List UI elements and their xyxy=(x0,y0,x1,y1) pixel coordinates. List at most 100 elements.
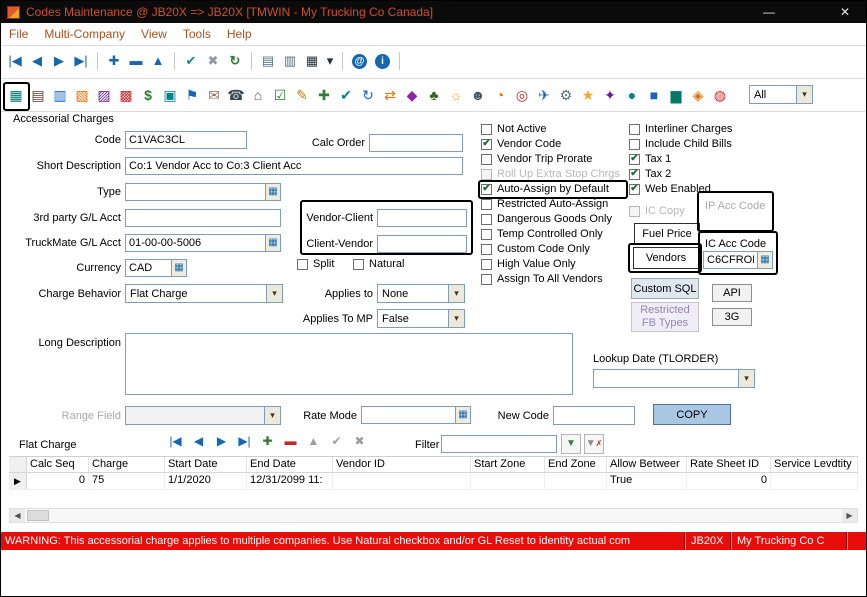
cancel-edit-icon[interactable]: ✖ xyxy=(203,51,223,71)
prior-record-icon[interactable]: ◀ xyxy=(27,51,47,71)
screen-select-icon[interactable]: ▦ xyxy=(302,51,322,71)
column-header[interactable]: End Zone xyxy=(545,457,607,472)
rate-mode-lookup-icon[interactable]: ▦ xyxy=(455,406,471,424)
applies-to-combo[interactable]: None ▾ xyxy=(377,284,465,303)
report-icon[interactable]: ▤ xyxy=(27,85,49,105)
restricted-auto-assign-checkbox[interactable]: Restricted Auto-Assign xyxy=(481,198,620,210)
transfer-icon[interactable]: ⇄ xyxy=(379,85,401,105)
client-vendor-field[interactable] xyxy=(377,235,467,253)
ledger-icon[interactable]: ▨ xyxy=(93,85,115,105)
scroll-left-icon[interactable]: ◀ xyxy=(10,509,25,522)
restricted-fb-types-button[interactable]: Restricted FB Types xyxy=(631,302,699,332)
screen-dropdown-icon[interactable]: ▾ xyxy=(324,51,336,71)
checkbox-box[interactable] xyxy=(481,154,492,165)
chevron-down-icon[interactable]: ▾ xyxy=(266,285,282,302)
truckmate-gl-lookup-icon[interactable]: ▦ xyxy=(265,234,281,252)
checkbox-box[interactable] xyxy=(297,259,308,270)
currency-field[interactable] xyxy=(125,259,171,277)
gear-icon[interactable]: ⚙ xyxy=(555,85,577,105)
minimize-button[interactable]: — xyxy=(754,1,784,23)
3g-button[interactable]: 3G xyxy=(712,308,752,326)
checkbox-box[interactable] xyxy=(481,169,492,180)
vendor-client-field[interactable] xyxy=(377,209,467,227)
web-enabled-checkbox[interactable]: ✔ Web Enabled xyxy=(629,183,732,195)
phone-icon[interactable]: ☎ xyxy=(225,85,247,105)
filter-clear-icon[interactable]: ▼✗ xyxy=(584,434,604,454)
not-active-checkbox[interactable]: Not Active xyxy=(481,123,620,135)
checkbox-box[interactable] xyxy=(629,139,640,150)
new-code-field[interactable] xyxy=(553,406,635,425)
chevron-down-icon[interactable]: ▾ xyxy=(448,285,464,302)
toolbar-separator[interactable] xyxy=(174,52,175,70)
dangerous-goods-checkbox[interactable]: Dangerous Goods Only xyxy=(481,213,620,225)
approve-icon[interactable]: ✔ xyxy=(335,85,357,105)
info-icon[interactable]: i xyxy=(375,54,390,69)
filter-input[interactable] xyxy=(441,435,557,453)
badge-icon[interactable]: ▩ xyxy=(115,85,137,105)
row-marker-icon[interactable]: ▶ xyxy=(9,473,27,489)
scroll-right-icon[interactable]: ▶ xyxy=(842,509,857,522)
spark-icon[interactable]: ✦ xyxy=(599,85,621,105)
vendor-trip-prorate-checkbox[interactable]: Vendor Trip Prorate xyxy=(481,153,620,165)
menu-view[interactable]: View xyxy=(141,27,167,41)
column-header[interactable]: Allow Betweer xyxy=(607,457,687,472)
post-edit-icon[interactable]: ✔ xyxy=(181,51,201,71)
ic-acc-code-lookup-icon[interactable]: ▦ xyxy=(757,251,773,269)
temp-controlled-checkbox[interactable]: Temp Controlled Only xyxy=(481,228,620,240)
star-icon[interactable]: ★ xyxy=(577,85,599,105)
filter-apply-icon[interactable]: ▼ xyxy=(561,434,581,454)
checkbox-box[interactable] xyxy=(629,124,640,135)
toolbar-separator[interactable] xyxy=(97,52,98,70)
applies-to-mp-combo[interactable]: False ▾ xyxy=(377,309,465,328)
checkbox-box[interactable] xyxy=(481,199,492,210)
diamond-icon[interactable]: ◆ xyxy=(401,85,423,105)
interliner-charges-checkbox[interactable]: Interliner Charges xyxy=(629,123,732,135)
last-record-icon[interactable]: ▶| xyxy=(71,51,91,71)
vendor-code-checkbox[interactable]: ✔ Vendor Code xyxy=(481,138,620,150)
type-field[interactable] xyxy=(125,183,265,201)
grid-prior-icon[interactable]: ◀ xyxy=(188,432,209,450)
auto-assign-default-checkbox[interactable]: ✔ Auto-Assign by Default xyxy=(481,183,620,195)
menu-multi-company[interactable]: Multi-Company xyxy=(44,27,125,41)
club-icon[interactable]: ♣ xyxy=(423,85,445,105)
long-description-field[interactable] xyxy=(125,333,573,395)
grid-first-icon[interactable]: |◀ xyxy=(165,432,186,450)
tax1-checkbox[interactable]: ✔ Tax 1 xyxy=(629,153,732,165)
print-icon[interactable]: ▥ xyxy=(280,51,300,71)
column-header[interactable]: Service Levdtity xyxy=(771,457,858,472)
close-button[interactable]: ✕ xyxy=(830,1,860,23)
column-header[interactable]: Rate Sheet ID xyxy=(687,457,771,472)
currency-lookup-icon[interactable]: ▦ xyxy=(171,259,187,277)
edit-pencil-icon[interactable]: ✎ xyxy=(291,85,313,105)
next-record-icon[interactable]: ▶ xyxy=(49,51,69,71)
column-header[interactable]: Vendor ID xyxy=(333,457,471,472)
home-icon[interactable]: ⌂ xyxy=(247,85,269,105)
grid-insert-icon[interactable]: ✚ xyxy=(257,432,278,450)
column-header[interactable]: Start Date xyxy=(165,457,247,472)
checkbox-box[interactable] xyxy=(481,214,492,225)
custom-code-only-checkbox[interactable]: Custom Code Only xyxy=(481,243,620,255)
refresh-icon[interactable]: ↻ xyxy=(357,85,379,105)
api-button[interactable]: API xyxy=(712,284,752,302)
table-row[interactable]: ▶ 0 75 1/1/2020 12/31/2099 11: True 0 xyxy=(9,473,858,490)
assign-all-vendors-checkbox[interactable]: Assign To All Vendors xyxy=(481,273,620,285)
checkbox-box[interactable] xyxy=(481,124,492,135)
toolbar-separator[interactable] xyxy=(399,52,400,70)
checkbox-box[interactable]: ✔ xyxy=(629,184,640,195)
refresh-icon[interactable]: ↻ xyxy=(225,51,245,71)
checkbox-box[interactable]: ✔ xyxy=(629,169,640,180)
custom-sql-button[interactable]: Custom SQL xyxy=(631,278,699,299)
first-record-icon[interactable]: |◀ xyxy=(5,51,25,71)
calendar-icon[interactable]: ▧ xyxy=(71,85,93,105)
chevron-down-icon[interactable]: ▾ xyxy=(796,86,812,103)
tax2-checkbox[interactable]: ✔ Tax 2 xyxy=(629,168,732,180)
scrollbar-thumb[interactable] xyxy=(27,510,49,521)
pin-icon[interactable]: ◍ xyxy=(709,85,731,105)
third-party-gl-field[interactable] xyxy=(125,209,281,227)
checkbox-box[interactable] xyxy=(353,259,364,270)
card-icon[interactable]: ▣ xyxy=(159,85,181,105)
menu-help[interactable]: Help xyxy=(227,27,252,41)
checkbox-box[interactable]: ✔ xyxy=(481,139,492,150)
at-icon[interactable]: @ xyxy=(352,54,367,69)
ic-acc-code-field[interactable] xyxy=(703,251,757,269)
